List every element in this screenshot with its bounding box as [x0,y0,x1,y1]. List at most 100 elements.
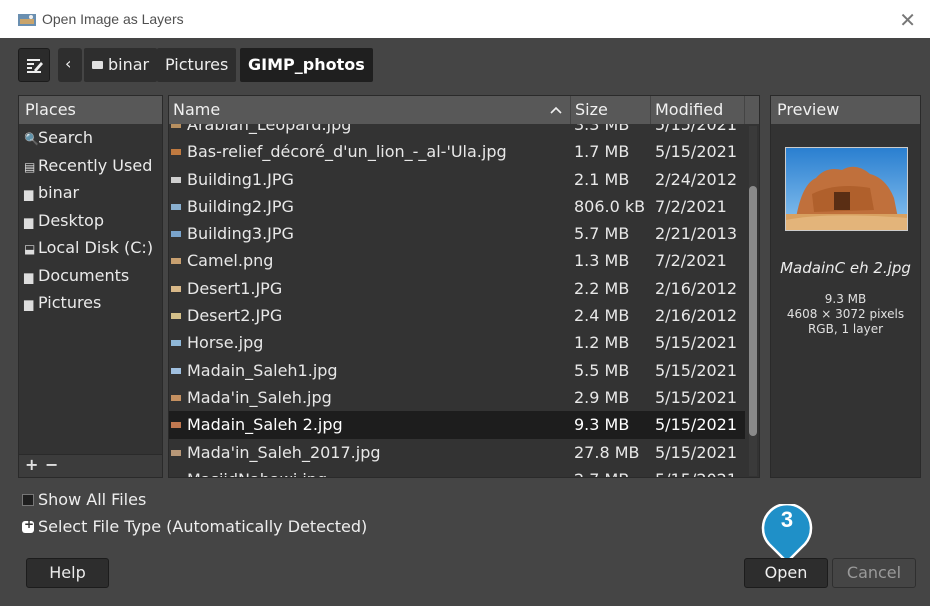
place-item[interactable]: ⬓ Local Disk (C:) [19,234,162,262]
breadcrumb-binar[interactable]: binar [84,48,158,82]
show-all-files-checkbox[interactable] [22,494,34,506]
place-label: Desktop [38,210,104,230]
file-name-text: Mada'in_Saleh.jpg [187,387,332,407]
file-row[interactable]: Horse.jpg 1.2 MB 5/15/2021 [169,329,745,356]
file-size-cell: 2.1 MB [574,169,630,189]
file-thumbnail-icon [171,258,181,265]
column-modified[interactable]: Modified [651,96,745,124]
file-thumbnail-icon [171,367,181,374]
place-label: Recently Used [38,155,153,175]
file-modified-cell: 7/2/2021 [655,196,727,216]
file-modified-cell: 5/15/2021 [655,360,738,380]
file-row[interactable]: Building2.JPG 806.0 kB 7/2/2021 [169,193,745,220]
preview-file-size: 9.3 MB [824,292,867,306]
preview-thumbnail [785,147,908,231]
file-name-cell: Building2.JPG [171,193,294,220]
path-back-button[interactable]: ‹ [58,48,82,82]
file-modified-cell: 7/2/2021 [655,251,727,271]
dialog-content: ‹ binar Pictures GIMP_photos Places 🔍Sea… [10,38,930,606]
preview-filename: MadainC eh 2.jpg [780,259,911,277]
file-name-text: MasjidNabawi.jpg [187,470,327,477]
open-button[interactable]: Open [744,558,828,588]
preview-header: Preview [771,96,920,124]
file-row[interactable]: Bas-relief_décoré_d'un_lion_-_al-'Ula.jp… [169,138,745,165]
file-row[interactable]: MasjidNabawi.jpg 2.7 MB 5/15/2021 [169,466,745,477]
place-item[interactable]: ▆ Desktop [19,207,162,235]
place-item[interactable]: ▆ Pictures [19,289,162,317]
preview-dimensions: 4608 × 3072 pixels [786,307,905,321]
folder-icon: ▆ [24,187,34,201]
file-type-expander[interactable]: Select File Type (Automatically Detected… [22,517,367,536]
place-item[interactable]: ▆ Documents [19,262,162,290]
chevron-left-icon: ‹ [65,54,72,73]
places-footer: + − [19,454,162,477]
file-row[interactable]: Mada'in_Saleh.jpg 2.9 MB 5/15/2021 [169,384,745,411]
folder-icon: ▆ [24,214,34,229]
open-image-dialog: Open Image as Layers ✕ ‹ binar Pictures … [0,0,930,606]
show-all-files-label: Show All Files [38,490,147,509]
file-name-cell: Mada'in_Saleh_2017.jpg [171,439,381,466]
places-header: Places [19,96,162,124]
file-row[interactable]: Building1.JPG 2.1 MB 2/24/2012 [169,166,745,193]
place-label: Search [38,128,93,147]
file-thumbnail-icon [171,231,181,238]
file-list-header: Name Size Modified [169,96,759,124]
column-size[interactable]: Size [571,96,651,124]
file-row[interactable]: Madain_Saleh1.jpg 5.5 MB 5/15/2021 [169,357,745,384]
places-list: 🔍Search ▤ Recently Used ▆ binar ▆ Desktop ⬓ Loca… [19,124,162,317]
file-row[interactable]: Building3.JPG 5.7 MB 2/21/2013 [169,220,745,247]
close-icon[interactable]: ✕ [899,8,916,32]
file-row[interactable]: Mada'in_Saleh_2017.jpg 27.8 MB 5/15/2021 [169,439,745,466]
file-modified-cell: 2/24/2012 [655,169,738,189]
file-list-scrollbar[interactable] [749,126,757,476]
breadcrumb-label: binar [108,55,150,74]
file-name-cell: Camel.png [171,247,273,274]
preview-metadata: 9.3 MB 4608 × 3072 pixels RGB, 1 layer [771,292,920,337]
file-row[interactable]: Desert1.JPG 2.2 MB 2/16/2012 [169,275,745,302]
file-name-text: Camel.png [187,251,274,271]
file-row[interactable]: Madain_Saleh 2.jpg 9.3 MB 5/15/2021 [169,411,745,439]
file-modified-cell: 5/15/2021 [655,466,737,477]
file-name-text: Desert1.JPG [187,278,283,298]
file-name-text: Horse.jpg [187,333,264,353]
file-modified-cell: 5/15/2021 [655,142,738,162]
expander-plus-icon [22,517,34,533]
place-label: Documents [38,265,130,285]
file-row[interactable]: Desert2.JPG 2.4 MB 2/16/2012 [169,302,745,329]
file-size-cell: 2.9 MB [574,387,630,407]
file-modified-cell: 2/16/2012 [655,278,738,298]
breadcrumb-gimp-photos[interactable]: GIMP_photos [240,48,373,82]
preview-panel: Preview MadainC eh 2.jpg 9.3 MB 4608 × 3… [770,95,921,478]
file-name-text: Desert2.JPG [187,306,283,326]
file-size-cell: 806.0 kB [574,196,646,216]
file-size-cell: 1.7 MB [574,142,630,162]
file-row[interactable]: Camel.png 1.3 MB 7/2/2021 [169,247,745,274]
place-item[interactable]: ▤ Recently Used [19,152,162,180]
file-thumbnail-icon [171,149,181,156]
file-name-cell: MasjidNabawi.jpg [171,466,327,477]
add-bookmark-button[interactable]: + [25,455,38,474]
recent-icon: ▤ [24,159,36,174]
show-all-files-option[interactable]: Show All Files [22,490,146,509]
file-name-text: Madain_Saleh1.jpg [187,360,338,380]
file-thumbnail-icon [171,203,181,210]
breadcrumb-pictures[interactable]: Pictures [157,48,237,82]
file-thumbnail-icon [171,340,181,347]
file-name-text: Bas-relief_décoré_d'un_lion_-_al-'Ula.jp… [187,142,507,162]
cancel-button[interactable]: Cancel [832,558,916,588]
folder-icon: ▆ [24,297,34,311]
file-size-cell: 2.4 MB [574,306,630,326]
file-modified-cell: 2/16/2012 [655,306,738,326]
scrollbar-thumb[interactable] [749,186,757,436]
type-location-button[interactable] [18,48,50,82]
remove-bookmark-button[interactable]: − [45,455,58,474]
help-button[interactable]: Help [26,558,109,588]
file-size-cell: 2.7 MB [574,466,629,477]
place-item[interactable]: 🔍Search [19,124,162,152]
file-name-cell: Bas-relief_décoré_d'un_lion_-_al-'Ula.jp… [171,138,507,165]
place-item[interactable]: ▆ binar [19,179,162,207]
file-thumbnail-icon [171,313,181,320]
file-name-text: Building1.JPG [187,169,294,189]
column-name[interactable]: Name [169,96,571,124]
file-size-cell: 27.8 MB [574,442,640,462]
